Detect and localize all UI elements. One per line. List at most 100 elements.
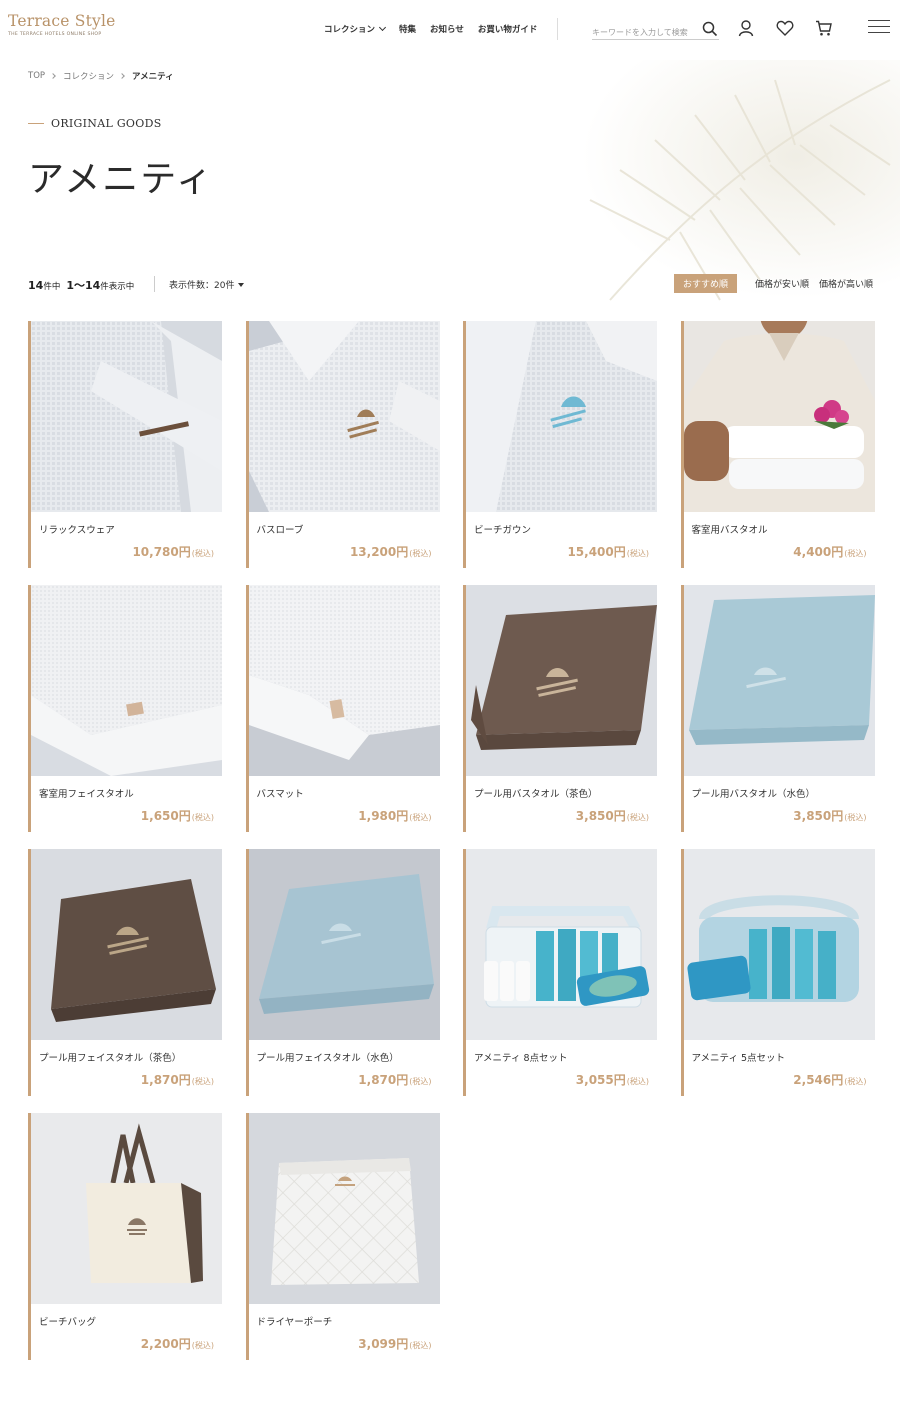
product-name[interactable]: プール用フェイスタオル（水色） bbox=[257, 1050, 440, 1064]
product-card[interactable]: 客室用バスタオル 4,400円(税込) bbox=[680, 321, 875, 568]
product-price: 3,850円(税込) bbox=[793, 809, 867, 823]
product-card[interactable]: プール用バスタオル（水色） 3,850円(税込) bbox=[680, 585, 875, 832]
product-image[interactable] bbox=[31, 585, 222, 776]
search-icon[interactable] bbox=[702, 21, 718, 37]
product-price: 15,400円(税込) bbox=[567, 545, 649, 559]
product-name[interactable]: 客室用フェイスタオル bbox=[39, 786, 222, 800]
product-name[interactable]: アメニティ 8点セット bbox=[474, 1050, 657, 1064]
product-price: 3,055円(税込) bbox=[575, 1073, 649, 1087]
product-name[interactable]: ビーチガウン bbox=[474, 522, 657, 536]
product-name[interactable]: ドライヤーポーチ bbox=[257, 1314, 440, 1328]
page-title: アメニティ bbox=[28, 159, 215, 200]
product-image[interactable] bbox=[248, 585, 440, 776]
product-grid: リラックスウェア 10,780円(税込) バスローブ 13,200円(税込) ビーチガウ… bbox=[28, 321, 875, 1360]
list-toolbar: 14件中 1〜14件表示中 表示件数：20件 おすすめ順 価格が安い順 価格が高い… bbox=[28, 274, 873, 294]
product-card[interactable]: アメニティ 8点セット 3,055円(税込) bbox=[463, 849, 657, 1096]
product-price: 2,200円(税込) bbox=[140, 1337, 214, 1351]
chevron-right-icon bbox=[119, 73, 125, 79]
product-card[interactable]: アメニティ 5点セット 2,546円(税込) bbox=[680, 849, 875, 1096]
sort-recommended[interactable]: おすすめ順 bbox=[673, 274, 737, 293]
product-card[interactable]: ビーチガウン 15,400円(税込) bbox=[463, 321, 657, 568]
product-price: 1,650円(税込) bbox=[140, 809, 214, 823]
product-image[interactable] bbox=[31, 849, 222, 1040]
product-price: 13,200円(税込) bbox=[349, 545, 432, 559]
search-box bbox=[592, 20, 719, 40]
product-price: 2,546円(税込) bbox=[793, 1073, 867, 1087]
heart-icon[interactable] bbox=[776, 19, 794, 37]
tax-label: (税込) bbox=[844, 813, 867, 822]
per-page-select[interactable]: 表示件数：20件 bbox=[169, 278, 245, 291]
eyebrow-text: ORIGINAL GOODS bbox=[51, 117, 162, 130]
product-name[interactable]: ビーチバッグ bbox=[39, 1314, 222, 1328]
tax-label: (税込) bbox=[191, 549, 214, 558]
cart-icon[interactable] bbox=[815, 19, 833, 37]
product-card[interactable]: ビーチバッグ 2,200円(税込) bbox=[28, 1113, 222, 1360]
nav-divider bbox=[557, 18, 558, 40]
breadcrumb: TOP コレクション アメニティ bbox=[28, 70, 174, 82]
product-name[interactable]: バスローブ bbox=[257, 522, 440, 536]
nav-shopping-guide[interactable]: お買い物ガイド bbox=[478, 23, 538, 35]
product-name[interactable]: プール用バスタオル（茶色） bbox=[474, 786, 657, 800]
sort-price-low[interactable]: 価格が安い順 bbox=[755, 274, 809, 293]
product-image[interactable] bbox=[683, 849, 875, 1040]
product-image[interactable] bbox=[466, 849, 657, 1040]
section-eyebrow: ORIGINAL GOODS bbox=[28, 117, 162, 130]
hamburger-menu-icon[interactable] bbox=[868, 20, 890, 36]
product-name[interactable]: アメニティ 5点セット bbox=[692, 1050, 875, 1064]
tax-label: (税込) bbox=[626, 549, 649, 558]
product-image[interactable] bbox=[248, 1113, 440, 1304]
product-price: 10,780円(税込) bbox=[132, 545, 214, 559]
eyebrow-line bbox=[28, 123, 44, 124]
product-price: 1,870円(税込) bbox=[140, 1073, 214, 1087]
product-price: 1,980円(税込) bbox=[358, 809, 432, 823]
product-name[interactable]: 客室用バスタオル bbox=[692, 522, 875, 536]
site-header: Terrace Style THE TERRACE HOTELS ONLINE … bbox=[0, 0, 900, 56]
product-card[interactable]: ドライヤーポーチ 3,099円(税込) bbox=[245, 1113, 440, 1360]
caret-down-icon bbox=[238, 283, 245, 287]
product-price: 1,870円(税込) bbox=[358, 1073, 432, 1087]
sort-options: おすすめ順 価格が安い順 価格が高い順 bbox=[673, 274, 873, 293]
search-input[interactable] bbox=[592, 25, 697, 37]
product-image[interactable] bbox=[683, 321, 875, 512]
product-card[interactable]: プール用バスタオル（茶色） 3,850円(税込) bbox=[463, 585, 657, 832]
user-icon[interactable] bbox=[737, 19, 755, 37]
product-name[interactable]: プール用フェイスタオル（茶色） bbox=[39, 1050, 222, 1064]
product-image[interactable] bbox=[31, 321, 222, 512]
breadcrumb-current: アメニティ bbox=[132, 72, 174, 82]
logo-tagline: THE TERRACE HOTELS ONLINE SHOP bbox=[8, 32, 102, 37]
product-name[interactable]: バスマット bbox=[257, 786, 440, 800]
tax-label: (税込) bbox=[409, 1077, 432, 1086]
chevron-down-icon bbox=[378, 23, 387, 32]
product-image[interactable] bbox=[466, 321, 657, 512]
tax-label: (税込) bbox=[409, 813, 432, 822]
product-image[interactable] bbox=[466, 585, 657, 776]
nav-collection[interactable]: コレクション bbox=[324, 23, 387, 35]
breadcrumb-top[interactable]: TOP bbox=[28, 71, 45, 81]
sort-price-high[interactable]: 価格が高い順 bbox=[819, 274, 873, 293]
product-card[interactable]: プール用フェイスタオル（茶色） 1,870円(税込) bbox=[28, 849, 222, 1096]
nav-feature[interactable]: 特集 bbox=[399, 23, 416, 35]
global-nav: コレクション 特集 お知らせ お買い物ガイド bbox=[324, 23, 537, 35]
product-card[interactable]: バスローブ 13,200円(税込) bbox=[245, 321, 440, 568]
product-card[interactable]: 客室用フェイスタオル 1,650円(税込) bbox=[28, 585, 222, 832]
tax-label: (税込) bbox=[191, 813, 214, 822]
product-image[interactable] bbox=[683, 585, 875, 776]
breadcrumb-collection[interactable]: コレクション bbox=[63, 70, 114, 82]
product-card[interactable]: プール用フェイスタオル（水色） 1,870円(税込) bbox=[245, 849, 440, 1096]
product-image[interactable] bbox=[31, 1113, 222, 1304]
product-image[interactable] bbox=[248, 321, 440, 512]
product-card[interactable]: リラックスウェア 10,780円(税込) bbox=[28, 321, 222, 568]
nav-news[interactable]: お知らせ bbox=[430, 23, 464, 35]
product-price: 3,850円(税込) bbox=[575, 809, 649, 823]
tax-label: (税込) bbox=[844, 549, 867, 558]
product-name[interactable]: リラックスウェア bbox=[39, 522, 222, 536]
tax-label: (税込) bbox=[191, 1077, 214, 1086]
tax-label: (税込) bbox=[191, 1341, 214, 1350]
product-name[interactable]: プール用バスタオル（水色） bbox=[692, 786, 875, 800]
tax-label: (税込) bbox=[626, 1077, 649, 1086]
site-logo[interactable]: Terrace Style THE TERRACE HOTELS ONLINE … bbox=[8, 12, 115, 37]
product-price: 3,099円(税込) bbox=[358, 1337, 432, 1351]
product-image[interactable] bbox=[248, 849, 440, 1040]
toolbar-divider bbox=[154, 276, 155, 292]
product-card[interactable]: バスマット 1,980円(税込) bbox=[245, 585, 440, 832]
